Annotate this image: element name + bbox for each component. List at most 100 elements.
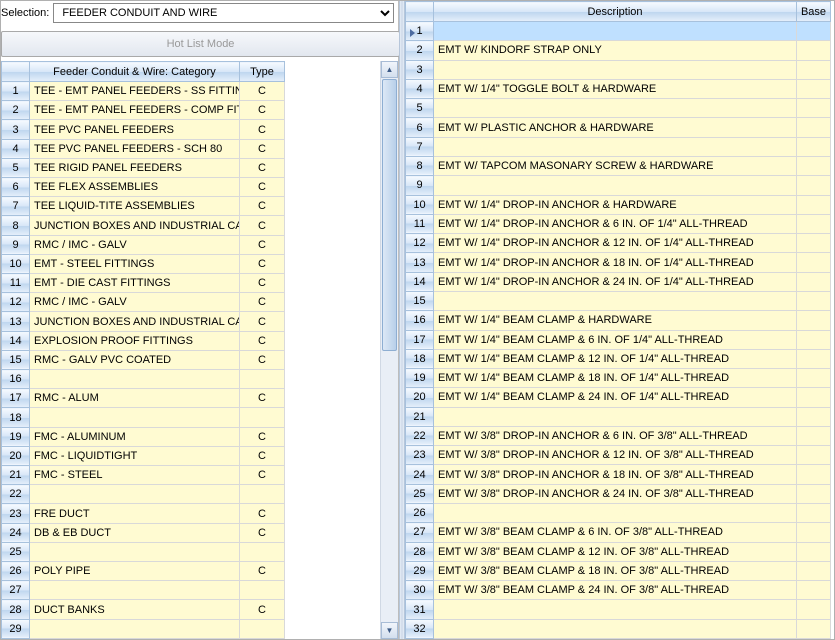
table-row[interactable]: 30EMT W/ 3/8" BEAM CLAMP & 24 IN. OF 3/8…: [406, 581, 831, 600]
row-header[interactable]: 17: [406, 330, 434, 349]
cell-type[interactable]: C: [240, 427, 285, 446]
table-row[interactable]: 27EMT W/ 3/8" BEAM CLAMP & 6 IN. OF 3/8"…: [406, 523, 831, 542]
cell-base[interactable]: [797, 369, 831, 388]
row-header[interactable]: 19: [2, 427, 30, 446]
cell-category[interactable]: EXPLOSION PROOF FITTINGS: [30, 331, 240, 350]
cell-base[interactable]: [797, 272, 831, 291]
row-header[interactable]: 28: [406, 542, 434, 561]
row-header[interactable]: 15: [2, 350, 30, 369]
table-row[interactable]: 9: [406, 176, 831, 195]
cell-type[interactable]: [240, 619, 285, 638]
row-header[interactable]: 20: [406, 388, 434, 407]
cell-base[interactable]: [797, 99, 831, 118]
row-header[interactable]: 29: [2, 619, 30, 638]
cell-description[interactable]: EMT W/ 1/4" BEAM CLAMP & 24 IN. OF 1/4" …: [434, 388, 797, 407]
cell-category[interactable]: [30, 370, 240, 389]
cell-base[interactable]: [797, 542, 831, 561]
cell-type[interactable]: C: [240, 600, 285, 619]
column-header-base[interactable]: Base: [797, 2, 831, 22]
cell-description[interactable]: EMT W/ TAPCOM MASONARY SCREW & HARDWARE: [434, 156, 797, 175]
cell-description[interactable]: EMT W/ PLASTIC ANCHOR & HARDWARE: [434, 118, 797, 137]
column-header-type[interactable]: Type: [240, 62, 285, 82]
cell-category[interactable]: FMC - STEEL: [30, 466, 240, 485]
cell-category[interactable]: JUNCTION BOXES AND INDUSTRIAL CABIN: [30, 312, 240, 331]
cell-base[interactable]: [797, 195, 831, 214]
cell-category[interactable]: FRE DUCT: [30, 504, 240, 523]
table-row[interactable]: 28DUCT BANKSC: [2, 600, 285, 619]
row-header[interactable]: 21: [406, 407, 434, 426]
table-row[interactable]: 14EMT W/ 1/4" DROP-IN ANCHOR & 24 IN. OF…: [406, 272, 831, 291]
row-header[interactable]: 14: [406, 272, 434, 291]
table-row[interactable]: 16EMT W/ 1/4" BEAM CLAMP & HARDWARE: [406, 311, 831, 330]
table-row[interactable]: 32: [406, 619, 831, 638]
cell-category[interactable]: DB & EB DUCT: [30, 523, 240, 542]
table-row[interactable]: 12RMC / IMC - GALVC: [2, 293, 285, 312]
cell-base[interactable]: [797, 176, 831, 195]
cell-type[interactable]: C: [240, 523, 285, 542]
cell-type[interactable]: [240, 581, 285, 600]
description-grid[interactable]: Description Base 12EMT W/ KINDORF STRAP …: [405, 1, 831, 639]
cell-category[interactable]: TEE PVC PANEL FEEDERS - SCH 80: [30, 139, 240, 158]
table-row[interactable]: 24DB & EB DUCTC: [2, 523, 285, 542]
table-row[interactable]: 10EMT - STEEL FITTINGSC: [2, 254, 285, 273]
cell-base[interactable]: [797, 156, 831, 175]
cell-category[interactable]: DUCT BANKS: [30, 600, 240, 619]
cell-description[interactable]: [434, 407, 797, 426]
cell-type[interactable]: C: [240, 331, 285, 350]
table-row[interactable]: 5: [406, 99, 831, 118]
row-header[interactable]: 32: [406, 619, 434, 638]
cell-base[interactable]: [797, 214, 831, 233]
row-header[interactable]: 11: [406, 214, 434, 233]
cell-type[interactable]: C: [240, 466, 285, 485]
cell-base[interactable]: [797, 561, 831, 580]
cell-base[interactable]: [797, 581, 831, 600]
cell-type[interactable]: C: [240, 293, 285, 312]
table-row[interactable]: 26POLY PIPEC: [2, 562, 285, 581]
row-header[interactable]: 20: [2, 446, 30, 465]
row-header[interactable]: 16: [2, 370, 30, 389]
row-header[interactable]: 15: [406, 291, 434, 310]
scroll-thumb[interactable]: [382, 79, 397, 351]
cell-base[interactable]: [797, 22, 831, 41]
table-row[interactable]: 27: [2, 581, 285, 600]
cell-type[interactable]: C: [240, 158, 285, 177]
cell-base[interactable]: [797, 311, 831, 330]
cell-type[interactable]: C: [240, 178, 285, 197]
row-header[interactable]: 18: [2, 408, 30, 427]
row-header[interactable]: 13: [2, 312, 30, 331]
row-header[interactable]: 16: [406, 311, 434, 330]
cell-description[interactable]: EMT W/ 1/4" DROP-IN ANCHOR & 12 IN. OF 1…: [434, 234, 797, 253]
cell-description[interactable]: EMT W/ 1/4" TOGGLE BOLT & HARDWARE: [434, 79, 797, 98]
cell-base[interactable]: [797, 523, 831, 542]
table-row[interactable]: 2TEE - EMT PANEL FEEDERS - COMP FITTINGC: [2, 101, 285, 120]
table-row[interactable]: 11EMT - DIE CAST FITTINGSC: [2, 274, 285, 293]
cell-description[interactable]: [434, 137, 797, 156]
table-row[interactable]: 20FMC - LIQUIDTIGHTC: [2, 446, 285, 465]
cell-description[interactable]: [434, 99, 797, 118]
cell-category[interactable]: [30, 408, 240, 427]
row-header[interactable]: 14: [2, 331, 30, 350]
table-row[interactable]: 4TEE PVC PANEL FEEDERS - SCH 80C: [2, 139, 285, 158]
row-header[interactable]: 9: [406, 176, 434, 195]
table-row[interactable]: 13EMT W/ 1/4" DROP-IN ANCHOR & 18 IN. OF…: [406, 253, 831, 272]
table-row[interactable]: 3TEE PVC PANEL FEEDERSC: [2, 120, 285, 139]
row-header[interactable]: 28: [2, 600, 30, 619]
cell-description[interactable]: EMT W/ 1/4" DROP-IN ANCHOR & 6 IN. OF 1/…: [434, 214, 797, 233]
cell-description[interactable]: EMT W/ 1/4" DROP-IN ANCHOR & HARDWARE: [434, 195, 797, 214]
cell-category[interactable]: FMC - LIQUIDTIGHT: [30, 446, 240, 465]
table-row[interactable]: 1: [406, 22, 831, 41]
row-header[interactable]: 7: [406, 137, 434, 156]
cell-description[interactable]: [434, 22, 797, 41]
table-row[interactable]: 24EMT W/ 3/8" DROP-IN ANCHOR & 18 IN. OF…: [406, 465, 831, 484]
cell-type[interactable]: [240, 408, 285, 427]
table-row[interactable]: 8EMT W/ TAPCOM MASONARY SCREW & HARDWARE: [406, 156, 831, 175]
row-header[interactable]: 24: [406, 465, 434, 484]
cell-category[interactable]: TEE PVC PANEL FEEDERS: [30, 120, 240, 139]
row-header[interactable]: 10: [406, 195, 434, 214]
row-header[interactable]: 1: [2, 82, 30, 101]
row-header[interactable]: 8: [406, 156, 434, 175]
table-row[interactable]: 21FMC - STEELC: [2, 466, 285, 485]
table-row[interactable]: 14EXPLOSION PROOF FITTINGSC: [2, 331, 285, 350]
table-row[interactable]: 17EMT W/ 1/4" BEAM CLAMP & 6 IN. OF 1/4"…: [406, 330, 831, 349]
corner-header[interactable]: [406, 2, 434, 22]
